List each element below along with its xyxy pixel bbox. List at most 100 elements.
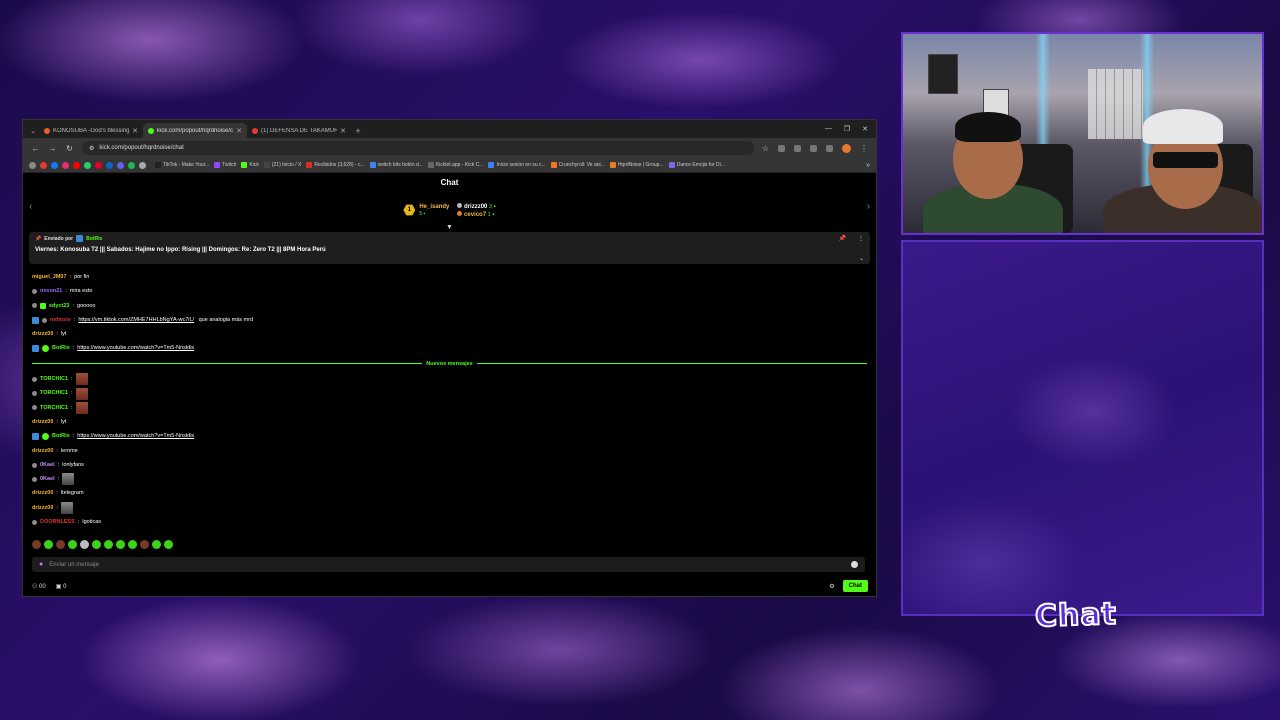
chat-username[interactable]: mdmsiv [50,313,71,327]
browser-tab[interactable]: kick.com/popout/hqrdnoise/ch... ✕ [143,123,247,138]
extension-icon[interactable] [778,144,785,152]
emote-image[interactable] [60,501,73,514]
chat-username[interactable]: drizzz00 [32,486,53,500]
chat-username[interactable]: TORCHIC1 [40,372,68,386]
bookmark-item[interactable]: HqrdNoise | Group... [609,162,664,168]
apps-icon[interactable] [29,161,36,169]
downloads-icon[interactable] [810,144,817,152]
bookmark-messenger-icon[interactable] [106,161,113,169]
browser-tab[interactable]: KONOSUBA -God's blessing on...✕ [39,123,143,138]
close-window-button[interactable]: ✕ [862,125,868,133]
profile-avatar[interactable] [842,143,851,153]
chat-username[interactable]: TORCHIC1 [40,386,68,400]
emote-quick-5[interactable] [80,540,89,549]
emote-quick-1[interactable] [32,540,41,549]
chat-username[interactable]: BotRix [52,341,70,355]
chat-username[interactable]: drizzz00 [32,327,53,341]
emote-quick-4[interactable] [68,540,77,549]
emoji-picker-icon[interactable] [851,561,858,568]
chat-link[interactable]: https://www.youtube.com/watch?v=Tm5-Nnsl… [77,429,194,443]
emote-image[interactable] [75,373,88,386]
chat-username[interactable]: DOORNLESS [40,515,75,529]
bookmark-discord-icon[interactable] [117,161,124,169]
new-tab-button[interactable]: + [351,124,365,138]
pinned-menu-icon[interactable]: ⋮ [858,235,864,242]
emote-quick-7[interactable] [104,540,113,549]
emote-quick-12[interactable] [164,540,173,549]
chat-username[interactable]: drizzz00 [32,501,53,515]
bookmark-item[interactable]: switch bits botón d... [369,162,423,168]
chat-link[interactable]: https://vm.tiktok.com/ZMHE7HHLbNgYA-wc7i… [78,313,194,327]
emote-image[interactable] [62,473,75,486]
bookmark-item[interactable]: Kick [241,162,259,168]
tab-close-icon[interactable]: ✕ [340,127,346,135]
chat-username[interactable]: 0Kael [40,458,55,472]
site-info-icon[interactable]: ⚙ [89,145,94,152]
chat-username[interactable]: miguel_JM07 [32,270,67,284]
tab-close-icon[interactable]: ✕ [132,127,138,135]
bookmark-star-icon[interactable]: ☆ [762,144,769,153]
gifters-prev-icon[interactable]: ‹ [29,201,32,212]
bookmark-item[interactable]: Twitch [214,162,236,168]
expand-gifters-icon[interactable]: ▼ [446,224,453,231]
chat-username[interactable]: edyct23 [49,299,70,313]
menu-kebab-icon[interactable]: ⋮ [860,144,868,153]
gifter-2[interactable]: drizzz00 3 ▪ [457,202,496,210]
send-chat-button[interactable]: Chat [842,580,868,592]
emote-quick-3[interactable] [56,540,65,549]
back-button[interactable]: ← [31,144,40,153]
pinned-sender[interactable]: BotRix [86,236,102,242]
bookmark-web-icon[interactable] [139,161,146,169]
viewers-counter[interactable]: ⚇ 00 [32,583,46,590]
bookmark-whatsapp-icon[interactable] [84,161,91,169]
mic-icon[interactable]: ● [39,561,43,568]
emote-quick-11[interactable] [152,540,161,549]
bookmark-item[interactable]: Kicklet.app - Kick C... [427,162,483,168]
bookmarks-overflow-icon[interactable]: » [866,162,870,169]
bookmark-item[interactable]: TikTok - Make Your... [155,162,209,168]
chat-username[interactable]: TORCHIC1 [40,401,68,415]
emote-quick-10[interactable] [140,540,149,549]
chat-link[interactable]: https://www.youtube.com/watch?v=Tm5-Nnsl… [77,341,194,355]
bookmark-item[interactable]: Dance Emojis for Di... [668,162,725,168]
emote-quick-6[interactable] [92,540,101,549]
extensions-puzzle-icon[interactable] [794,144,801,152]
tab-search-button[interactable]: ⌄ [27,124,39,138]
unpin-icon[interactable]: 📌 [839,235,846,242]
bookmark-youtube-icon[interactable] [40,161,47,169]
chat-username[interactable]: drizzz00 [32,415,53,429]
bookmark-item[interactable]: Recibidos (3,628) - c... [306,162,365,168]
emote-image[interactable] [75,387,88,400]
bookmark-item[interactable]: Crunchyroll: Ve ani... [550,162,605,168]
forward-button[interactable]: → [48,144,57,153]
bookmark-instagram-icon[interactable] [62,161,69,169]
top-gifter[interactable]: He_isandy 5 ▪ [419,204,449,217]
gifters-next-icon[interactable]: › [867,201,870,212]
tab-close-icon[interactable]: ✕ [236,127,242,135]
chat-username[interactable]: 0Kael [40,472,55,486]
bookmark-facebook-icon[interactable] [51,161,58,169]
chat-username[interactable]: BotRix [52,429,70,443]
emote-image[interactable] [75,401,88,414]
bookmark-spotify-icon[interactable] [128,161,135,169]
message-input[interactable]: ● Enviar un mensaje [32,557,865,572]
browser-tab[interactable]: (1) DEFENSA DE TAKAMURA -...✕ [247,123,351,138]
bookmark-item[interactable]: Inicie sesión en su c... [488,162,546,168]
url-field[interactable]: ⚙ kick.com/popout/hqrdnoise/chat [82,141,754,155]
settings-gear-icon[interactable]: ⚙ [829,583,834,590]
emote-quick-2[interactable] [44,540,53,549]
bookmark-pinterest-icon[interactable] [95,161,102,169]
bookmark-youtube2-icon[interactable] [73,161,80,169]
minimize-button[interactable]: — [825,125,832,133]
pinned-collapse-icon[interactable]: ⌄ [859,255,864,262]
side-panel-icon[interactable] [826,144,833,152]
chat-username[interactable]: drizzz00 [32,444,53,458]
emote-quick-9[interactable] [128,540,137,549]
bookmark-item[interactable]: (21) Inicio / X [263,162,301,168]
gifter-3[interactable]: cevico7 1 ▪ [457,210,495,218]
points-counter[interactable]: ▣ 0 [56,583,67,590]
reload-button[interactable]: ↻ [65,144,74,153]
emote-quick-8[interactable] [116,540,125,549]
chat-username[interactable]: nexon21 [40,284,62,298]
maximize-button[interactable]: ❐ [844,125,850,133]
